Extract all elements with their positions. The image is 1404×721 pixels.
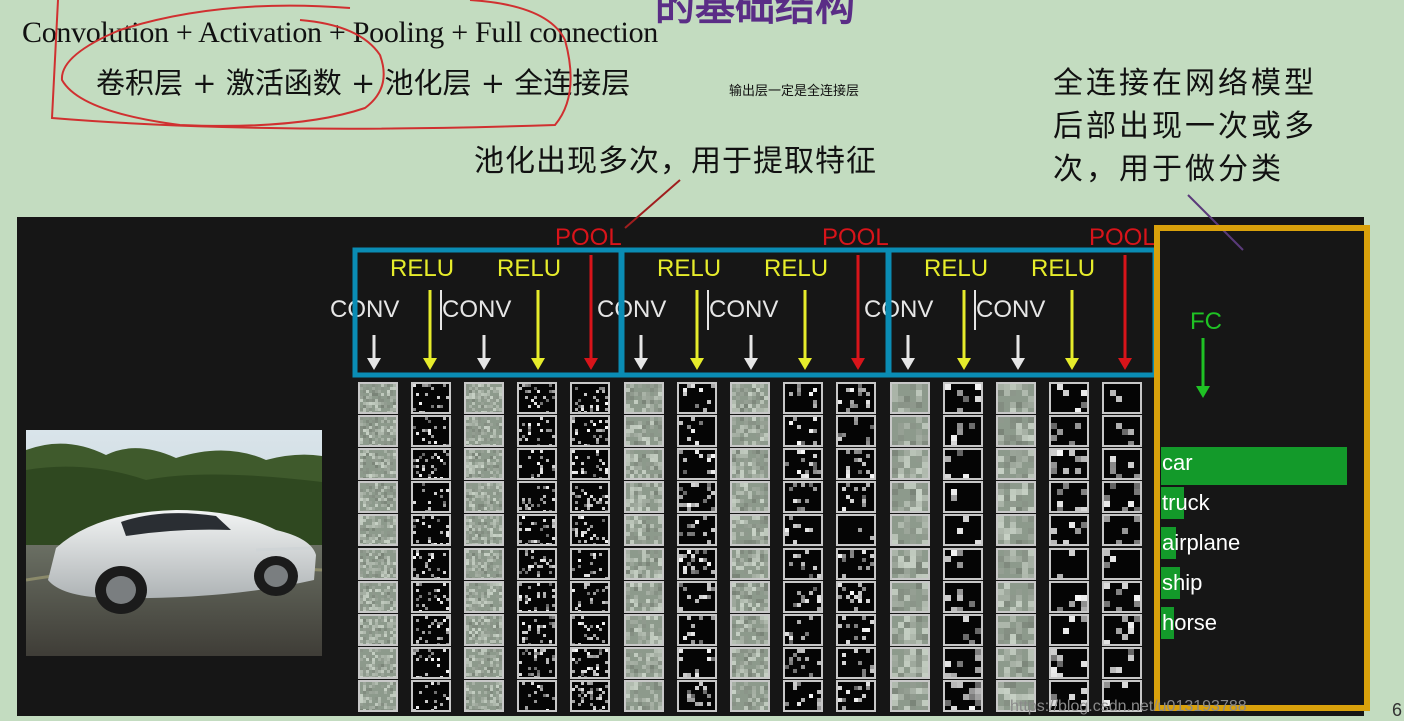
fc-pointer-line xyxy=(1187,194,1244,251)
pool-pointer-line xyxy=(624,179,681,229)
conv-block-3 xyxy=(886,247,1158,378)
conv-block-1 xyxy=(352,247,624,378)
watermark: https://blog.csdn.net/u013193788 xyxy=(1010,698,1247,715)
page-number: 6 xyxy=(1392,700,1403,720)
fc-block xyxy=(1154,225,1370,711)
hand-drawn-circle xyxy=(50,0,572,130)
conv-block-2 xyxy=(619,247,891,378)
annotation-overlay xyxy=(50,0,1370,711)
